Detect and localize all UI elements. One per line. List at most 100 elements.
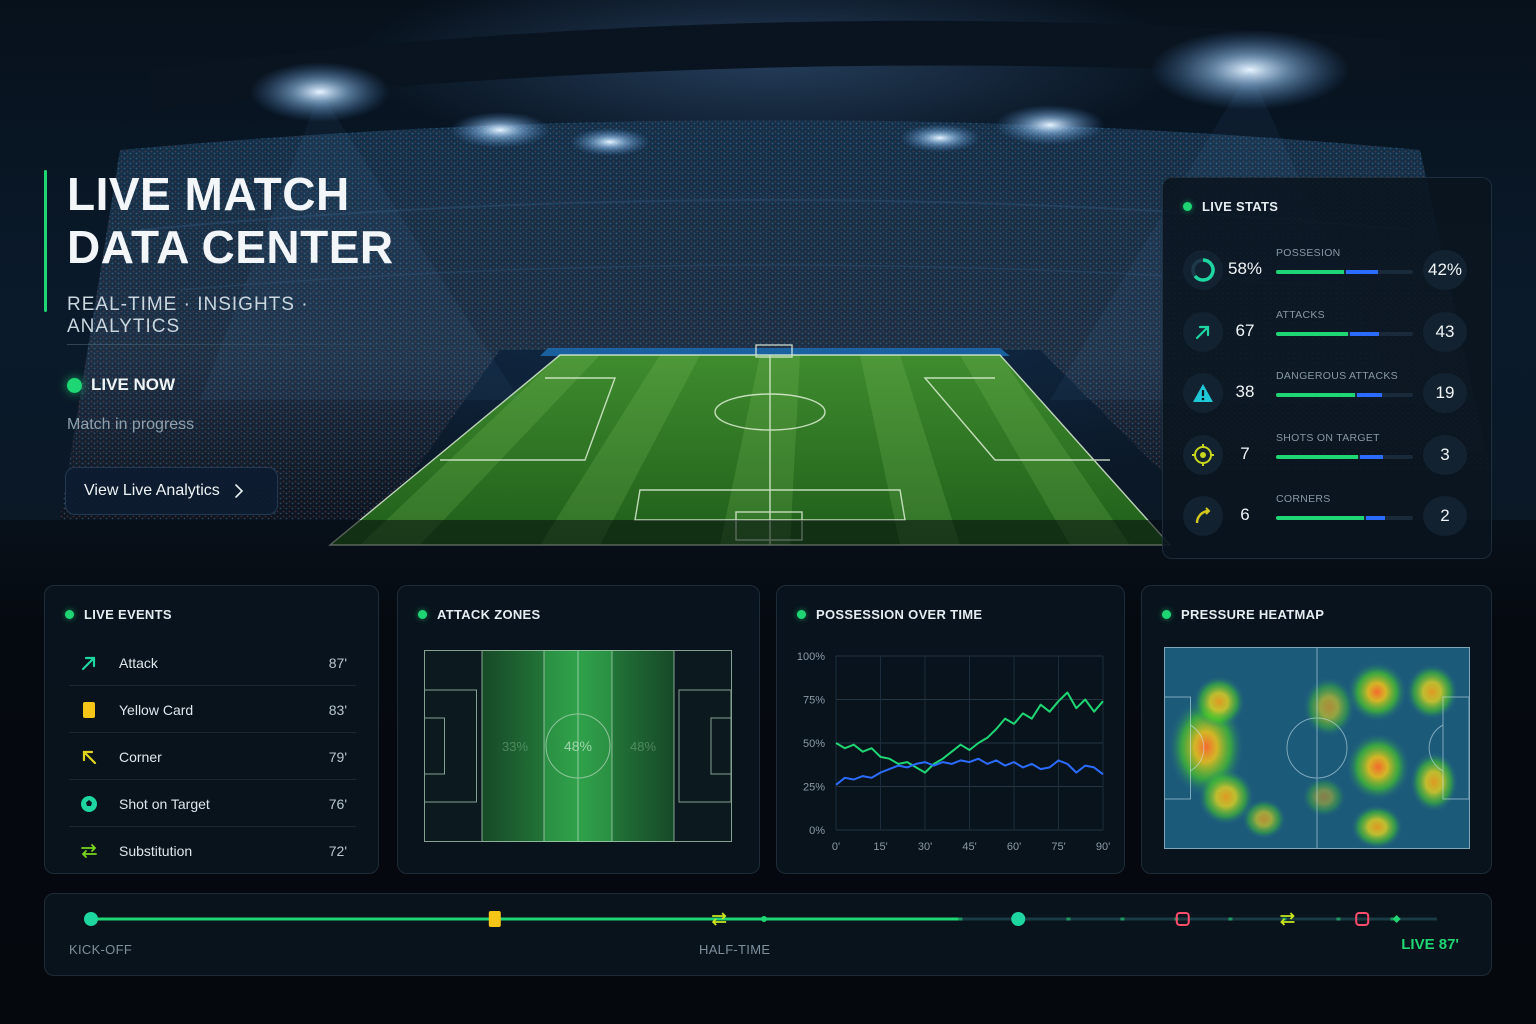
event-item[interactable]: Yellow Card 83' — [69, 686, 356, 733]
page-subtitle: REAL-TIME · INSIGHTS · ANALYTICS — [67, 294, 309, 337]
live-dot-icon — [1183, 202, 1192, 211]
crosshair-icon — [1183, 435, 1223, 475]
chevron-right-icon — [234, 484, 243, 498]
x-tick-label: 45' — [962, 841, 976, 853]
event-item[interactable]: Attack 87' — [69, 639, 356, 686]
yellow-card-icon — [79, 700, 99, 720]
stat-away-value: 3 — [1423, 435, 1467, 475]
stat-comparison-bar — [1276, 332, 1413, 336]
stat-comparison-bar — [1276, 516, 1413, 520]
event-item[interactable]: Substitution 72' — [69, 827, 356, 874]
stat-home-value: 7 — [1240, 444, 1250, 463]
view-live-analytics-label: View Live Analytics — [84, 482, 220, 499]
live-label: LIVE NOW — [91, 375, 176, 394]
pressure-heatmap[interactable] — [1164, 647, 1470, 849]
ball-icon[interactable] — [1011, 912, 1026, 926]
kick-off-label: KICK-OFF — [69, 942, 133, 957]
stat-comparison-bar — [1276, 393, 1413, 397]
possession-over-time-panel: POSSESSION OVER TIME 0% 25% 50% 75% 100% 0' 15… — [776, 585, 1125, 874]
x-tick-label: 0' — [832, 841, 840, 853]
swap-icon — [79, 841, 99, 861]
pressure-heatmap-panel: PRESSURE HEATMAP — [1141, 585, 1492, 874]
live-minute-label: LIVE 87' — [1401, 936, 1459, 953]
ball-icon[interactable] — [84, 912, 98, 926]
x-tick-label: 15' — [873, 841, 887, 853]
live-dot-icon — [1162, 610, 1171, 619]
event-minute: 79' — [328, 749, 347, 765]
stat-row-corners[interactable]: 6 CORNERS 2 — [1183, 493, 1473, 542]
event-name: Yellow Card — [119, 702, 194, 718]
possession-chart[interactable]: 0% 25% 50% 75% 100% 0' 15' 30' 45' 60' 75' 90' — [777, 586, 1126, 875]
live-dot-icon — [67, 377, 82, 393]
ball-icon — [79, 794, 99, 814]
stat-home-value: 58% — [1227, 259, 1263, 278]
attack-zones-pitch[interactable]: 33% 48% 48% — [424, 650, 732, 842]
event-minute: 87' — [328, 655, 347, 671]
yellow-card-icon[interactable] — [488, 911, 501, 927]
live-stats-header: LIVE STATS — [1183, 199, 1278, 214]
live-marker — [1392, 915, 1401, 923]
zone-left-value: 33% — [502, 739, 528, 754]
pressure-heatmap-header: PRESSURE HEATMAP — [1162, 607, 1324, 622]
live-events-header: LIVE EVENTS — [65, 607, 172, 622]
live-events-panel: LIVE EVENTS Attack 87' Yellow Card 83' C… — [44, 585, 379, 874]
arrow-up-right-icon — [79, 653, 99, 673]
event-item[interactable]: Shot on Target 76' — [69, 780, 356, 827]
warning-triangle-icon — [1183, 373, 1223, 413]
event-name: Attack — [119, 655, 158, 671]
corner-flag-icon — [1183, 496, 1223, 536]
y-tick-label: 25% — [803, 782, 825, 794]
hero-divider — [67, 344, 427, 345]
page-title-line-1: LIVE MATCH — [67, 168, 350, 220]
x-tick-label: 90' — [1096, 841, 1110, 853]
x-tick-label: 60' — [1007, 841, 1021, 853]
stat-away-value: 19 — [1423, 373, 1467, 413]
event-minute: 83' — [328, 702, 347, 718]
stat-away-value: 42% — [1423, 250, 1467, 290]
stat-row-dangerous-attacks[interactable]: 38 DANGEROUS ATTACKS 19 — [1183, 370, 1473, 419]
live-events-title: LIVE EVENTS — [84, 607, 172, 622]
match-timeline[interactable]: KICK-OFF HALF-TIME LIVE 87' — [44, 893, 1492, 976]
event-minute: 76' — [328, 796, 347, 812]
stat-comparison-bar — [1276, 455, 1413, 459]
attack-zones-panel: ATTACK ZONES 33% 48% 48% — [397, 585, 760, 874]
attack-zones-header: ATTACK ZONES — [418, 607, 541, 622]
hero-section: LIVE MATCH DATA CENTER REAL-TIME · INSIG… — [44, 168, 427, 515]
stat-row-possession[interactable]: 58% POSSESION 42% — [1183, 247, 1473, 296]
zone-right-value: 48% — [630, 739, 656, 754]
stat-row-shots-on-target[interactable]: 7 SHOTS ON TARGET 3 — [1183, 432, 1473, 481]
view-live-analytics-button[interactable]: View Live Analytics — [65, 467, 278, 515]
timeline-track[interactable] — [45, 894, 1493, 944]
event-minute: 72' — [328, 843, 347, 859]
live-stats-panel: LIVE STATS 58% POSSESION 42% 67 ATTACKS … — [1162, 177, 1492, 559]
half-time-label: HALF-TIME — [699, 942, 771, 957]
stat-away-value: 2 — [1423, 496, 1467, 536]
stat-away-value: 43 — [1423, 312, 1467, 352]
stat-label: POSSESION — [1276, 247, 1341, 259]
y-tick-label: 0% — [809, 825, 825, 837]
match-status: Match in progress — [67, 416, 195, 433]
half-time-marker — [761, 916, 767, 922]
y-tick-label: 50% — [803, 738, 825, 750]
corner-arrow-icon — [79, 747, 99, 767]
attack-zones-title: ATTACK ZONES — [437, 607, 541, 622]
live-dot-icon — [418, 610, 427, 619]
y-tick-label: 75% — [803, 695, 825, 707]
stat-label: SHOTS ON TARGET — [1276, 432, 1380, 444]
stat-home-value: 67 — [1235, 321, 1255, 340]
stat-home-value: 6 — [1240, 505, 1250, 524]
live-stats-title: LIVE STATS — [1202, 199, 1279, 214]
hero-accent-bar — [44, 170, 47, 312]
stat-row-attacks[interactable]: 67 ATTACKS 43 — [1183, 309, 1473, 358]
event-name: Shot on Target — [119, 796, 210, 812]
pressure-heatmap-title: PRESSURE HEATMAP — [1181, 607, 1325, 622]
x-tick-label: 30' — [918, 841, 932, 853]
live-dot-icon — [65, 610, 74, 619]
stat-comparison-bar — [1276, 270, 1413, 274]
possession-ring-icon — [1183, 250, 1223, 290]
stat-home-value: 38 — [1235, 382, 1255, 401]
event-name: Substitution — [119, 843, 193, 859]
stat-label: ATTACKS — [1276, 309, 1325, 321]
x-tick-label: 75' — [1051, 841, 1065, 853]
event-item[interactable]: Corner 79' — [69, 733, 356, 780]
